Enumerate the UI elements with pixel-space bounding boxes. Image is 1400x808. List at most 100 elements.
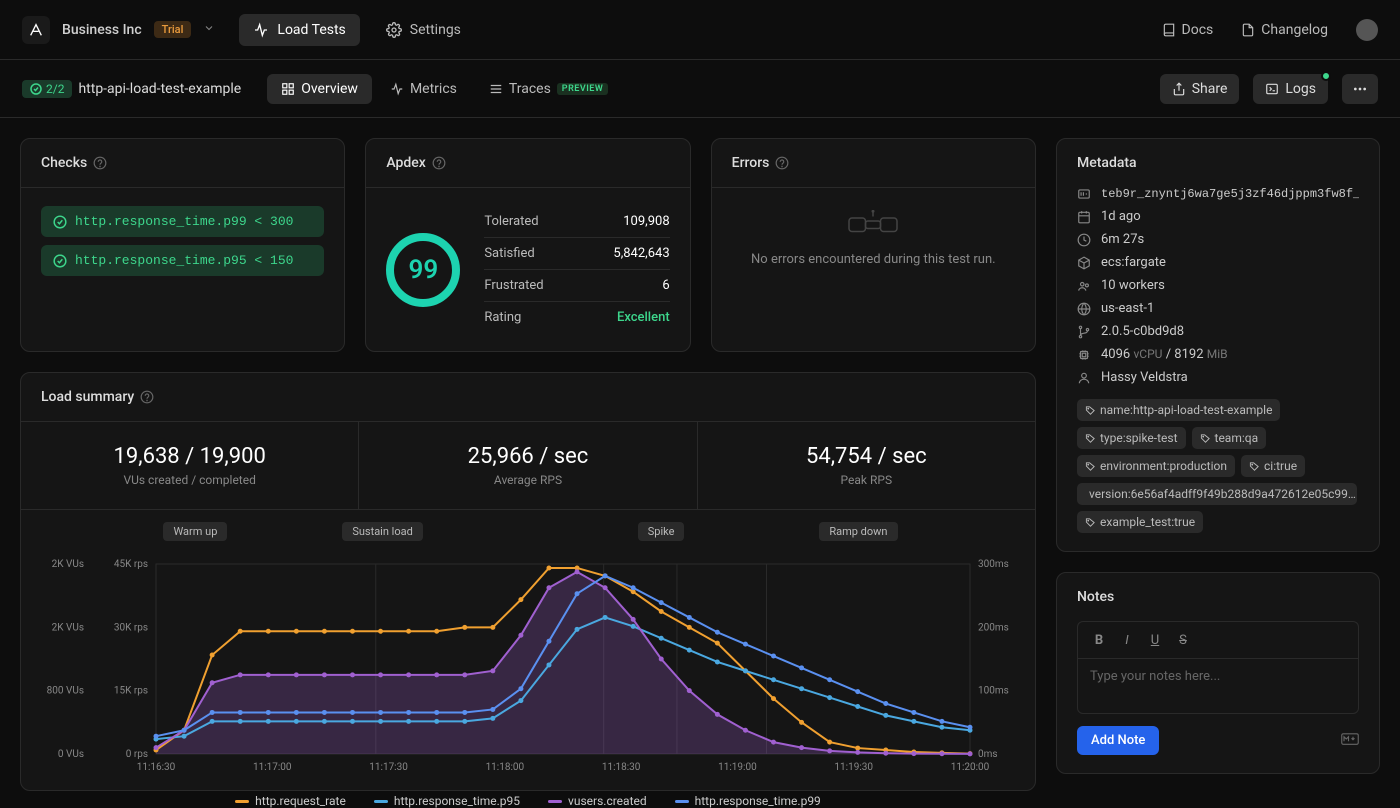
trial-badge: Trial	[154, 21, 192, 38]
tabs: Overview Metrics Traces PREVIEW	[267, 74, 622, 104]
legend-item[interactable]: http.response_time.p99	[675, 794, 821, 808]
chevron-down-icon[interactable]	[203, 22, 215, 38]
share-button[interactable]: Share	[1160, 74, 1240, 104]
tab-metrics-label: Metrics	[410, 81, 457, 97]
chart-legend: http.request_rate http.response_time.p95 v…	[41, 788, 1015, 808]
apdex-title: Apdex	[386, 155, 425, 171]
phase-label: Warm up	[163, 522, 227, 541]
share-icon	[1172, 82, 1186, 96]
tag: example_test:true	[1077, 511, 1203, 533]
svg-text:30K rps: 30K rps	[114, 622, 148, 633]
changelog-label: Changelog	[1261, 22, 1328, 38]
meta-mem-value: 8192	[1174, 347, 1203, 362]
italic-button[interactable]: I	[1114, 628, 1140, 652]
svg-text:0ms: 0ms	[978, 749, 998, 760]
run-status: 2/2 http-api-load-test-example	[22, 80, 241, 98]
tag: version:6e56af4adff9f49b288d9a472612e05c…	[1077, 483, 1357, 505]
tag: ci:true	[1241, 455, 1305, 477]
tag: type:spike-test	[1077, 427, 1186, 449]
meta-version: 2.0.5-c0bd9d8	[1101, 324, 1184, 339]
branch-icon	[1077, 325, 1091, 339]
legend-item[interactable]: vusers.created	[548, 794, 647, 808]
load-summary-title: Load summary	[41, 389, 134, 405]
meta-region: us-east-1	[1101, 301, 1154, 316]
tab-overview[interactable]: Overview	[267, 74, 372, 104]
svg-text:11:18:30: 11:18:30	[602, 762, 641, 773]
help-icon[interactable]	[775, 156, 789, 170]
tab-traces[interactable]: Traces PREVIEW	[475, 74, 622, 104]
clock-icon	[1077, 233, 1091, 247]
tab-traces-label: Traces	[509, 81, 551, 97]
org-name: Business Inc	[62, 22, 142, 38]
binoculars-icon	[843, 210, 903, 238]
tag: environment:production	[1077, 455, 1235, 477]
meta-user: Hassy Veldstra	[1101, 370, 1188, 385]
apdex-card: Apdex 99 Tolerated109,908 Satisfied5,842…	[365, 138, 690, 352]
logs-button[interactable]: Logs	[1253, 74, 1328, 104]
phase-label: Ramp down	[819, 522, 897, 541]
svg-text:11:20:00: 11:20:00	[951, 762, 990, 773]
changelog-link[interactable]: Changelog	[1241, 22, 1328, 38]
logs-label: Logs	[1285, 81, 1316, 97]
svg-text:15K rps: 15K rps	[114, 686, 148, 697]
tab-metrics[interactable]: Metrics	[376, 74, 471, 104]
meta-cpu-unit: vCPU	[1133, 347, 1162, 361]
help-icon[interactable]	[93, 156, 107, 170]
user-avatar[interactable]	[1356, 19, 1378, 41]
errors-card: Errors No errors encountered during this…	[711, 138, 1036, 352]
peak-rps-value: 54,754 / sec	[698, 444, 1035, 469]
legend-item[interactable]: http.request_rate	[235, 794, 346, 808]
id-icon	[1077, 187, 1091, 201]
meta-cpu-value: 4096	[1101, 347, 1130, 362]
checks-card: Checks http.response_time.p99 < 300 http…	[20, 138, 345, 352]
run-status-count: 2/2	[46, 82, 64, 96]
legend-item[interactable]: http.response_time.p95	[374, 794, 520, 808]
svg-text:200ms: 200ms	[978, 622, 1009, 633]
svg-text:0 VUs: 0 VUs	[58, 749, 84, 760]
help-icon[interactable]	[432, 156, 446, 170]
meta-platform: ecs:fargate	[1101, 255, 1166, 270]
vus-label: VUs created / completed	[21, 473, 358, 487]
notes-textarea[interactable]: Type your notes here...	[1077, 658, 1359, 714]
svg-text:11:17:30: 11:17:30	[369, 762, 408, 773]
tag: name:http-api-load-test-example	[1077, 399, 1280, 421]
svg-text:11:16:30: 11:16:30	[137, 762, 176, 773]
nav-load-tests-label: Load Tests	[277, 22, 345, 38]
preview-badge: PREVIEW	[557, 83, 608, 95]
gear-icon	[386, 22, 402, 38]
status-dot	[1321, 71, 1331, 81]
underline-button[interactable]: U	[1142, 628, 1168, 652]
apdex-tolerated-label: Tolerated	[484, 214, 538, 229]
bold-button[interactable]: B	[1086, 628, 1112, 652]
strikethrough-button[interactable]: S	[1170, 628, 1196, 652]
svg-text:11:19:00: 11:19:00	[718, 762, 757, 773]
svg-text:800 VUs: 800 VUs	[47, 686, 84, 697]
load-summary-card: Load summary 19,638 / 19,900 VUs created…	[20, 372, 1036, 791]
checks-title: Checks	[41, 155, 87, 171]
help-icon[interactable]	[140, 390, 154, 404]
docs-link[interactable]: Docs	[1162, 22, 1214, 38]
notes-toolbar: B I U S	[1077, 621, 1359, 658]
users-icon	[1077, 279, 1091, 293]
svg-text:11:19:30: 11:19:30	[834, 762, 873, 773]
markdown-icon	[1341, 733, 1359, 749]
sub-nav: 2/2 http-api-load-test-example Overview …	[0, 60, 1400, 118]
notes-card: Notes B I U S Type your notes here... Ad…	[1056, 572, 1380, 774]
add-note-button[interactable]: Add Note	[1077, 726, 1159, 755]
more-button[interactable]	[1342, 74, 1378, 104]
nav-settings-label: Settings	[410, 22, 461, 38]
phase-labels: Warm up Sustain load Spike Ramp down	[156, 522, 985, 541]
top-nav: Business Inc Trial Load Tests Settings D…	[0, 0, 1400, 60]
chart-icon	[390, 82, 404, 96]
nav-load-tests[interactable]: Load Tests	[239, 14, 359, 46]
apdex-tolerated-value: 109,908	[623, 214, 669, 229]
tab-overview-label: Overview	[301, 81, 358, 97]
svg-text:45K rps: 45K rps	[114, 559, 148, 570]
check-text: http.response_time.p95 < 150	[75, 253, 293, 268]
apdex-score-ring: 99	[386, 233, 460, 307]
nav-settings[interactable]: Settings	[372, 14, 475, 46]
svg-text:11:17:00: 11:17:00	[253, 762, 292, 773]
vus-value: 19,638 / 19,900	[21, 444, 358, 469]
apdex-frustrated-value: 6	[662, 278, 669, 293]
trace-icon	[489, 82, 503, 96]
